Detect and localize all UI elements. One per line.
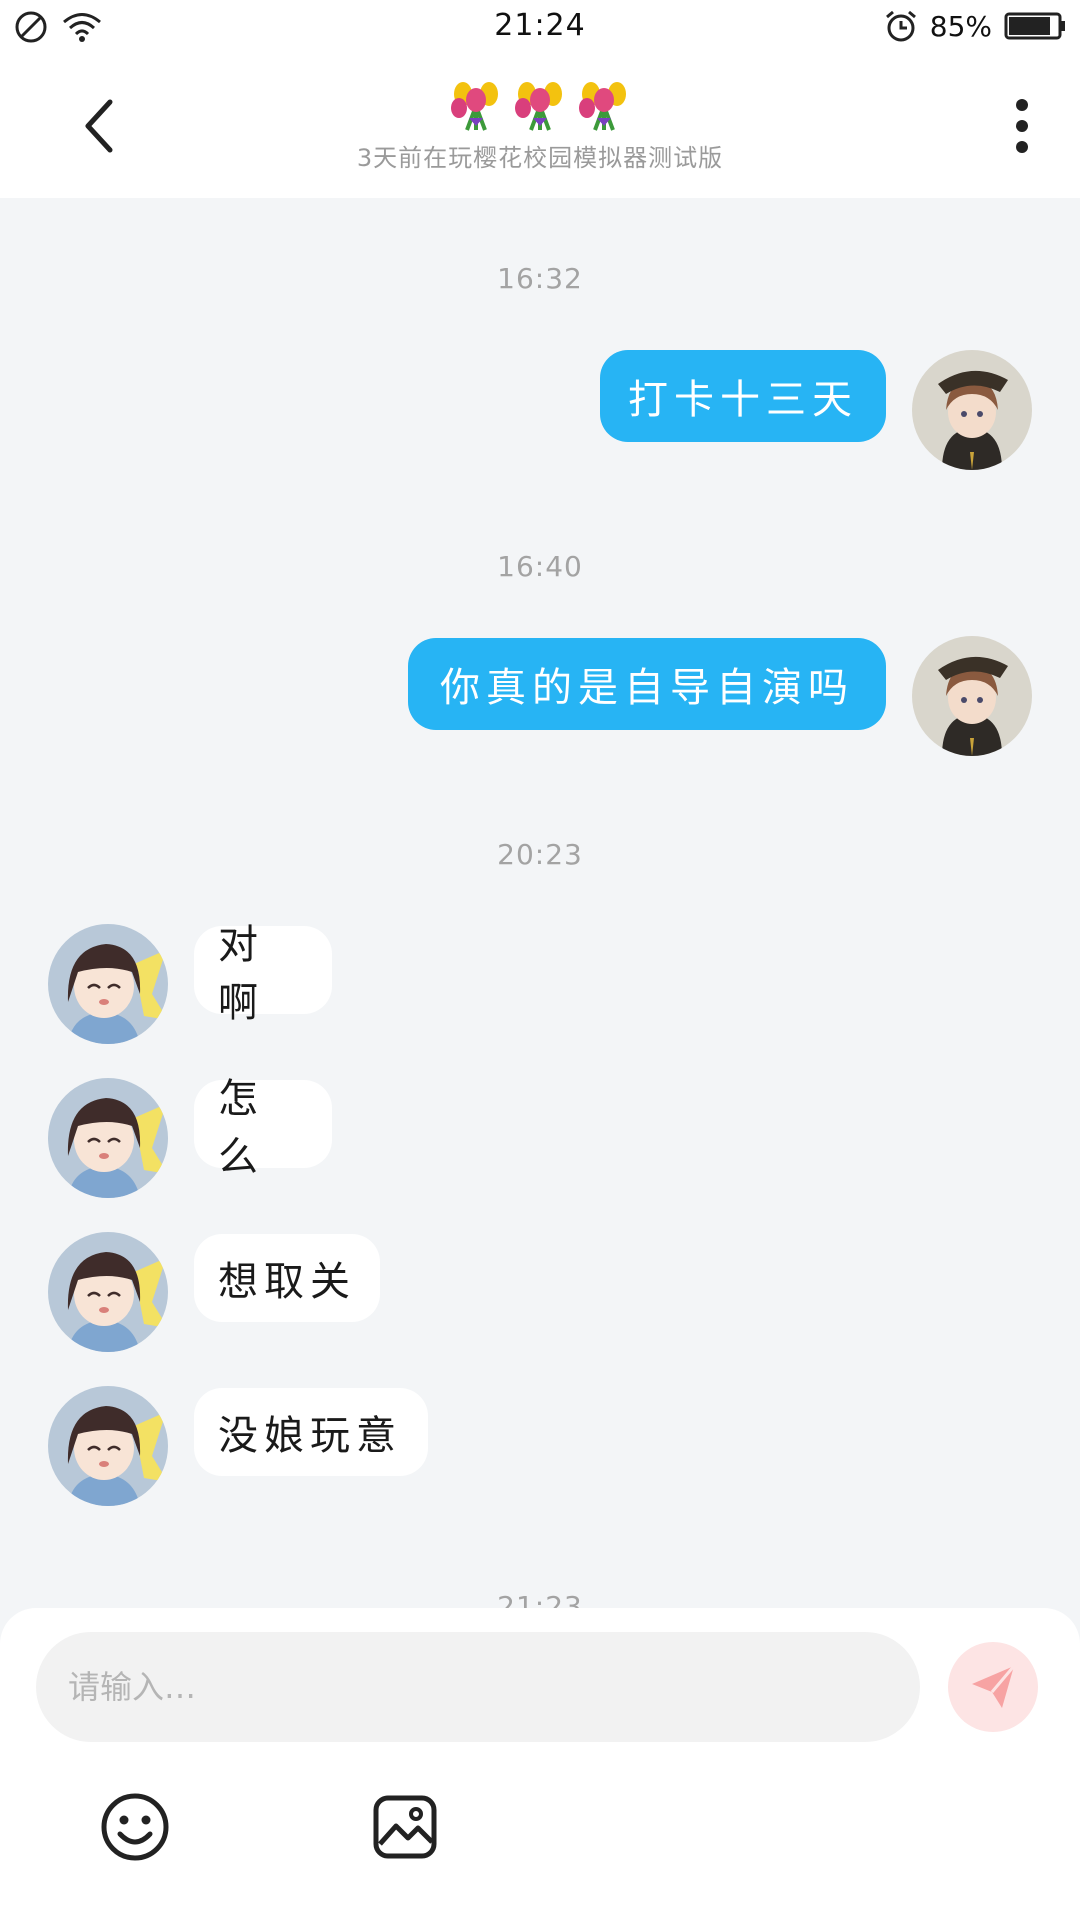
emoji-button[interactable] [100, 1792, 170, 1862]
outgoing-message-bubble[interactable]: 你真的是自导自演吗 [408, 638, 886, 730]
message-timestamp-partial: 21:23 [497, 1590, 583, 1608]
status-bar: 21:24 85% [0, 0, 1080, 54]
message-input-container[interactable] [36, 1632, 920, 1742]
alarm-icon [885, 10, 916, 42]
tulip-bouquet-icon [515, 82, 562, 131]
battery-icon [1004, 12, 1065, 40]
my-avatar[interactable] [912, 350, 1032, 470]
contact-avatar[interactable] [48, 1232, 168, 1352]
more-options-button[interactable] [994, 90, 1050, 162]
incoming-message-bubble[interactable]: 没娘玩意 [194, 1388, 428, 1476]
tulip-bouquet-icon [451, 82, 498, 131]
message-timestamp: 20:23 [497, 838, 583, 871]
message-list[interactable]: 16:32 打卡十三天 16:40 你真的是自导自演吗 20:23 对啊 怎么 … [0, 198, 1080, 1608]
contact-status: 3天前在玩樱花校园模拟器测试版 [356, 144, 724, 172]
tulip-bouquet-icon [579, 82, 626, 131]
message-timestamp: 16:32 [497, 262, 583, 295]
message-timestamp: 16:40 [497, 550, 583, 583]
incoming-message-bubble[interactable]: 对啊 [194, 922, 332, 1026]
outgoing-message-bubble[interactable]: 打卡十三天 [600, 350, 886, 442]
message-composer [0, 1608, 1080, 1920]
contact-avatar[interactable] [48, 1386, 168, 1506]
chat-header: 3天前在玩樱花校园模拟器测试版 [0, 54, 1080, 198]
battery-percent: 85% [929, 9, 992, 43]
emoji-icon [101, 1793, 169, 1861]
status-right-icons: 85% [884, 9, 1066, 43]
message-input[interactable] [68, 1668, 920, 1706]
send-button[interactable] [948, 1642, 1038, 1732]
send-icon [972, 1665, 1016, 1708]
incoming-message-bubble[interactable]: 想取关 [194, 1234, 380, 1322]
more-vert-icon [1016, 99, 1028, 153]
contact-avatar[interactable] [48, 924, 168, 1044]
contact-name-emoji [0, 76, 1080, 132]
contact-avatar[interactable] [48, 1078, 168, 1198]
image-button[interactable] [372, 1794, 438, 1860]
incoming-message-bubble[interactable]: 怎么 [194, 1076, 332, 1180]
my-avatar[interactable] [912, 636, 1032, 756]
image-icon [373, 1795, 437, 1859]
